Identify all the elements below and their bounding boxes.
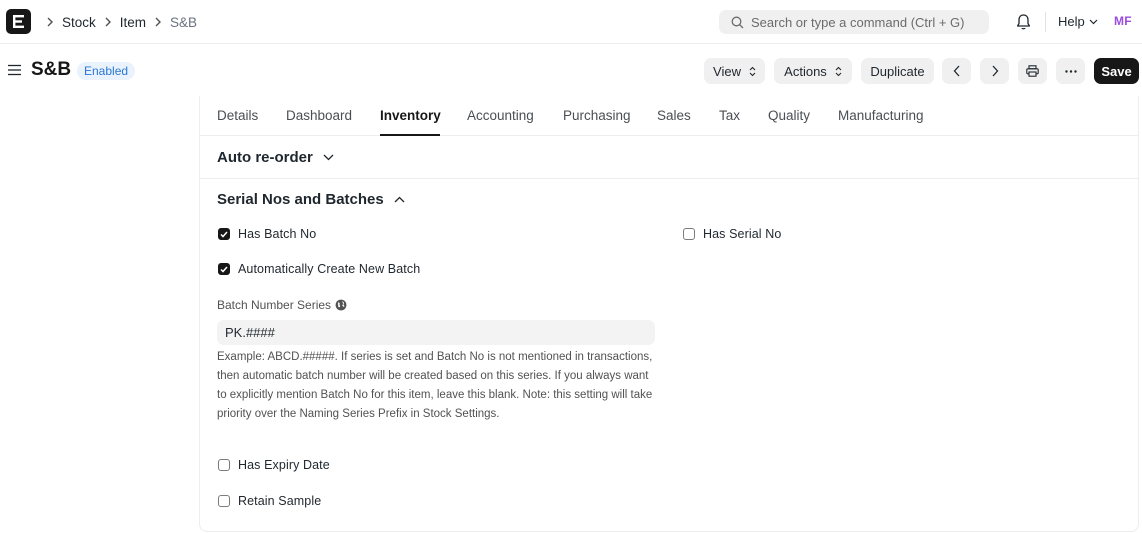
search-placeholder: Search or type a command (Ctrl + G) xyxy=(751,14,965,30)
up-down-chevron-icon xyxy=(749,66,756,77)
batch-number-series-input[interactable]: PK.#### xyxy=(217,320,655,345)
has-expiry-date-checkbox[interactable] xyxy=(218,459,230,471)
chevron-right-icon xyxy=(104,17,112,27)
checkmark-icon xyxy=(220,266,228,273)
notification-bell-icon[interactable] xyxy=(1015,13,1032,31)
view-button[interactable]: View xyxy=(704,58,765,84)
section-title: Auto re-order xyxy=(217,149,313,166)
actions-button-label: Actions xyxy=(784,63,827,79)
chevron-down-icon xyxy=(323,154,334,161)
has-serial-no-checkbox[interactable] xyxy=(683,228,695,240)
tab-quality[interactable]: Quality xyxy=(768,108,810,123)
has-batch-no-checkbox[interactable] xyxy=(218,228,230,240)
chevron-right-icon xyxy=(46,17,54,27)
chevron-right-icon xyxy=(154,17,162,27)
tab-dashboard[interactable]: Dashboard xyxy=(286,108,352,123)
globe-icon xyxy=(335,299,347,311)
batch-number-series-label: Batch Number Series xyxy=(217,298,347,312)
auto-create-batch-checkbox[interactable] xyxy=(218,263,230,275)
next-record-button[interactable] xyxy=(980,58,1009,84)
status-badge: Enabled xyxy=(77,62,136,80)
tab-tax[interactable]: Tax xyxy=(719,108,740,123)
form-card: Details Dashboard Inventory Accounting P… xyxy=(199,96,1139,532)
view-button-label: View xyxy=(713,63,741,79)
retain-sample-checkbox[interactable] xyxy=(218,495,230,507)
has-serial-no-field[interactable]: Has Serial No xyxy=(683,227,781,241)
search-bar[interactable]: Search or type a command (Ctrl + G) xyxy=(719,10,989,34)
help-menu[interactable]: Help xyxy=(1058,14,1098,29)
chevron-down-icon xyxy=(1089,19,1098,24)
hamburger-menu-icon[interactable] xyxy=(8,64,21,76)
print-button[interactable] xyxy=(1018,58,1047,84)
auto-reorder-section: Auto re-order xyxy=(200,136,1138,179)
ellipsis-icon xyxy=(1064,69,1077,73)
actions-button[interactable]: Actions xyxy=(774,58,852,84)
breadcrumb-item[interactable]: Item xyxy=(120,15,146,30)
breadcrumb-current[interactable]: S&B xyxy=(170,15,197,30)
has-serial-no-label: Has Serial No xyxy=(703,227,782,241)
batch-number-series-description: Example: ABCD.#####. If series is set an… xyxy=(217,351,653,420)
duplicate-button[interactable]: Duplicate xyxy=(861,58,934,84)
serial-batches-section-header[interactable]: Serial Nos and Batches xyxy=(217,191,405,208)
auto-create-batch-field[interactable]: Automatically Create New Batch xyxy=(218,262,420,276)
checkmark-icon xyxy=(220,231,228,238)
breadcrumb: Stock Item S&B xyxy=(42,0,197,44)
search-icon xyxy=(731,16,744,28)
tab-sales[interactable]: Sales xyxy=(657,108,691,123)
section-title: Serial Nos and Batches xyxy=(217,191,384,208)
tab-purchasing[interactable]: Purchasing xyxy=(563,108,631,123)
chevron-left-icon xyxy=(953,65,959,77)
save-button[interactable]: Save xyxy=(1094,58,1139,84)
chevron-up-icon xyxy=(394,196,405,203)
navbar-divider xyxy=(1045,12,1046,32)
tab-details[interactable]: Details xyxy=(217,108,258,123)
page-header: S&B Enabled View Actions Duplicate Save xyxy=(0,44,1142,96)
tab-inventory[interactable]: Inventory xyxy=(380,108,441,123)
form-tabs: Details Dashboard Inventory Accounting P… xyxy=(200,96,1138,136)
has-batch-no-field[interactable]: Has Batch No xyxy=(218,227,316,241)
app-logo-icon[interactable] xyxy=(6,9,31,34)
retain-sample-label: Retain Sample xyxy=(238,494,322,508)
chevron-right-icon xyxy=(992,65,998,77)
has-expiry-date-label: Has Expiry Date xyxy=(238,458,330,472)
has-batch-no-label: Has Batch No xyxy=(238,227,317,241)
help-label: Help xyxy=(1058,14,1085,29)
auto-create-batch-label: Automatically Create New Batch xyxy=(238,262,421,276)
page-title: S&B xyxy=(31,59,72,80)
retain-sample-field[interactable]: Retain Sample xyxy=(218,494,321,508)
has-expiry-date-field[interactable]: Has Expiry Date xyxy=(218,458,330,472)
user-avatar[interactable]: MF xyxy=(1114,14,1132,28)
previous-record-button[interactable] xyxy=(942,58,971,84)
up-down-chevron-icon xyxy=(835,66,842,77)
auto-reorder-section-header[interactable]: Auto re-order xyxy=(217,149,334,166)
top-navbar: Stock Item S&B Search or type a command … xyxy=(0,0,1142,44)
more-options-button[interactable] xyxy=(1056,58,1085,84)
tab-accounting[interactable]: Accounting xyxy=(467,108,534,123)
printer-icon xyxy=(1026,65,1039,77)
field-label-text: Batch Number Series xyxy=(217,298,332,312)
breadcrumb-stock[interactable]: Stock xyxy=(62,15,96,30)
tab-manufacturing[interactable]: Manufacturing xyxy=(838,108,924,123)
